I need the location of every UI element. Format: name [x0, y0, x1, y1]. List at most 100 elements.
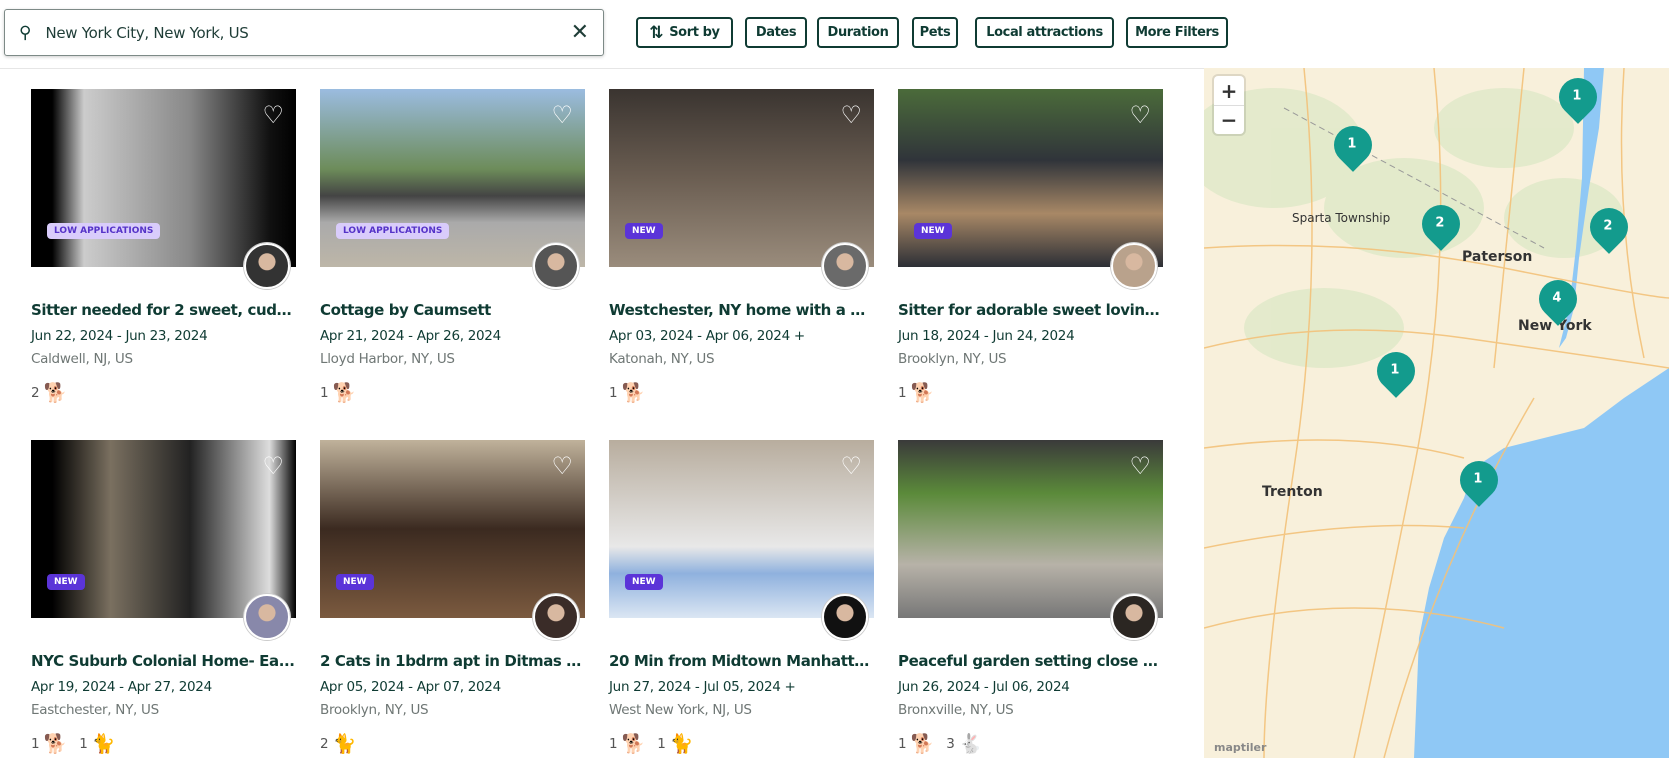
- pets-filter-button[interactable]: Pets: [912, 17, 958, 48]
- listing-pets: 2 🐈: [320, 732, 585, 755]
- listing-location: Brooklyn, NY, US: [320, 702, 429, 718]
- avatar: [1111, 243, 1157, 289]
- heart-icon[interactable]: ♡: [551, 103, 573, 127]
- listing-dates: Apr 03, 2024 - Apr 06, 2024 +: [609, 328, 805, 344]
- dates-filter-button[interactable]: Dates: [745, 17, 807, 48]
- listing-title[interactable]: Sitter for adorable sweet loving...: [898, 301, 1163, 319]
- city-label: Sparta Township: [1292, 211, 1391, 225]
- pet-count: 2: [320, 735, 329, 752]
- zoom-control: + −: [1214, 76, 1244, 134]
- listing-title[interactable]: Sitter needed for 2 sweet, cuddl...: [31, 301, 296, 319]
- sort-by-button[interactable]: ⇅ Sort by: [636, 17, 733, 48]
- listing-card[interactable]: ♡ LOW APPLICATIONS Cottage by Caumsett Ap…: [320, 89, 585, 404]
- listing-pets: 2 🐕: [31, 381, 296, 404]
- listing-dates: Apr 21, 2024 - Apr 26, 2024: [320, 328, 501, 344]
- pet-count: 1: [657, 735, 666, 752]
- status-badge: LOW APPLICATIONS: [336, 223, 450, 239]
- pet-count: 1: [609, 735, 618, 752]
- listing-photo[interactable]: ♡: [898, 440, 1163, 640]
- listing-card[interactable]: ♡ LOW APPLICATIONS Sitter needed for 2 sw…: [31, 89, 296, 404]
- listing-title[interactable]: Cottage by Caumsett: [320, 301, 585, 319]
- status-badge: NEW: [336, 574, 374, 590]
- avatar: [533, 594, 579, 640]
- cat-icon: 🐈: [332, 733, 357, 755]
- heart-icon[interactable]: ♡: [840, 454, 862, 478]
- pet-count: 3: [946, 735, 955, 752]
- cat-icon: 🐈: [669, 733, 694, 755]
- listing-dates: Jun 22, 2024 - Jun 23, 2024: [31, 328, 208, 344]
- listing-dates: Apr 05, 2024 - Apr 07, 2024: [320, 679, 501, 695]
- pet-count: 1: [31, 735, 40, 752]
- dog-icon: 🐕: [621, 382, 646, 404]
- listing-photo[interactable]: ♡ NEW: [609, 440, 874, 640]
- listing-title[interactable]: 2 Cats in 1bdrm apt in Ditmas P...: [320, 652, 585, 670]
- listing-title[interactable]: 20 Min from Midtown Manhatta...: [609, 652, 874, 670]
- listing-photo[interactable]: ♡ NEW: [31, 440, 296, 640]
- listing-location: Eastchester, NY, US: [31, 702, 159, 718]
- heart-icon[interactable]: ♡: [262, 454, 284, 478]
- listing-card[interactable]: ♡ NEW Sitter for adorable sweet loving...…: [898, 89, 1163, 404]
- location-search[interactable]: ⚲ ✕: [4, 9, 604, 56]
- duration-filter-button[interactable]: Duration: [817, 17, 899, 48]
- pet-count: 1: [320, 384, 329, 401]
- status-badge: LOW APPLICATIONS: [47, 223, 161, 239]
- heart-icon[interactable]: ♡: [551, 454, 573, 478]
- listing-dates: Apr 19, 2024 - Apr 27, 2024: [31, 679, 212, 695]
- listing-location: Lloyd Harbor, NY, US: [320, 351, 455, 367]
- more-filters-button[interactable]: More Filters: [1126, 17, 1228, 48]
- listing-photo[interactable]: ♡ LOW APPLICATIONS: [320, 89, 585, 289]
- pet-count: 1: [609, 384, 618, 401]
- heart-icon[interactable]: ♡: [262, 103, 284, 127]
- heart-icon[interactable]: ♡: [840, 103, 862, 127]
- heart-icon[interactable]: ♡: [1129, 454, 1151, 478]
- listing-location: West New York, NJ, US: [609, 702, 752, 718]
- listing-photo[interactable]: ♡ LOW APPLICATIONS: [31, 89, 296, 289]
- listing-pets: 1 🐕: [609, 381, 874, 404]
- pet-count: 2: [31, 384, 40, 401]
- sort-arrows-icon: ⇅: [649, 22, 664, 43]
- status-badge: NEW: [625, 223, 663, 239]
- divider: [0, 68, 1204, 69]
- avatar: [533, 243, 579, 289]
- status-badge: NEW: [47, 574, 85, 590]
- close-icon[interactable]: ✕: [571, 20, 589, 45]
- heart-icon[interactable]: ♡: [1129, 103, 1151, 127]
- pet-count: 1: [898, 384, 907, 401]
- listing-title[interactable]: NYC Suburb Colonial Home- Ea...: [31, 652, 296, 670]
- avatar: [822, 594, 868, 640]
- status-badge: NEW: [914, 223, 952, 239]
- listing-location: Brooklyn, NY, US: [898, 351, 1007, 367]
- pet-count: 1: [898, 735, 907, 752]
- listing-card[interactable]: ♡ NEW Westchester, NY home with a 1... Ap…: [609, 89, 874, 404]
- listing-dates: Jun 27, 2024 - Jul 05, 2024 +: [609, 679, 796, 695]
- listing-title[interactable]: Peaceful garden setting close t...: [898, 652, 1163, 670]
- listing-title[interactable]: Westchester, NY home with a 1...: [609, 301, 874, 319]
- listing-card[interactable]: ♡ NEW NYC Suburb Colonial Home- Ea... Apr…: [31, 440, 296, 755]
- local-attractions-filter-button[interactable]: Local attractions: [975, 17, 1114, 48]
- listing-card[interactable]: ♡ Peaceful garden setting close t... Jun…: [898, 440, 1163, 755]
- map-attribution[interactable]: maptiler: [1214, 741, 1266, 754]
- zoom-in-button[interactable]: +: [1214, 76, 1244, 105]
- listing-pets: 1 🐕 1 🐈: [609, 732, 874, 755]
- avatar: [1111, 594, 1157, 640]
- listing-card[interactable]: ♡ NEW 2 Cats in 1bdrm apt in Ditmas P... …: [320, 440, 585, 755]
- map[interactable]: + − Sparta Township Paterson New York Tr…: [1204, 68, 1669, 758]
- city-label: Trenton: [1262, 484, 1323, 500]
- avatar: [244, 243, 290, 289]
- pet-count: 1: [79, 735, 88, 752]
- cat-icon: 🐈: [91, 733, 116, 755]
- listing-dates: Jun 18, 2024 - Jun 24, 2024: [898, 328, 1075, 344]
- status-badge: NEW: [625, 574, 663, 590]
- listing-pets: 1 🐕 1 🐈: [31, 732, 296, 755]
- dog-icon: 🐕: [910, 382, 935, 404]
- search-input[interactable]: [45, 23, 571, 42]
- rabbit-icon: 🐇: [958, 733, 983, 755]
- listing-pets: 1 🐕: [898, 381, 1163, 404]
- listing-card[interactable]: ♡ NEW 20 Min from Midtown Manhatta... Jun…: [609, 440, 874, 755]
- zoom-out-button[interactable]: −: [1214, 105, 1244, 134]
- listing-photo[interactable]: ♡ NEW: [320, 440, 585, 640]
- listing-photo[interactable]: ♡ NEW: [609, 89, 874, 289]
- avatar: [822, 243, 868, 289]
- listing-photo[interactable]: ♡ NEW: [898, 89, 1163, 289]
- dog-icon: 🐕: [621, 733, 646, 755]
